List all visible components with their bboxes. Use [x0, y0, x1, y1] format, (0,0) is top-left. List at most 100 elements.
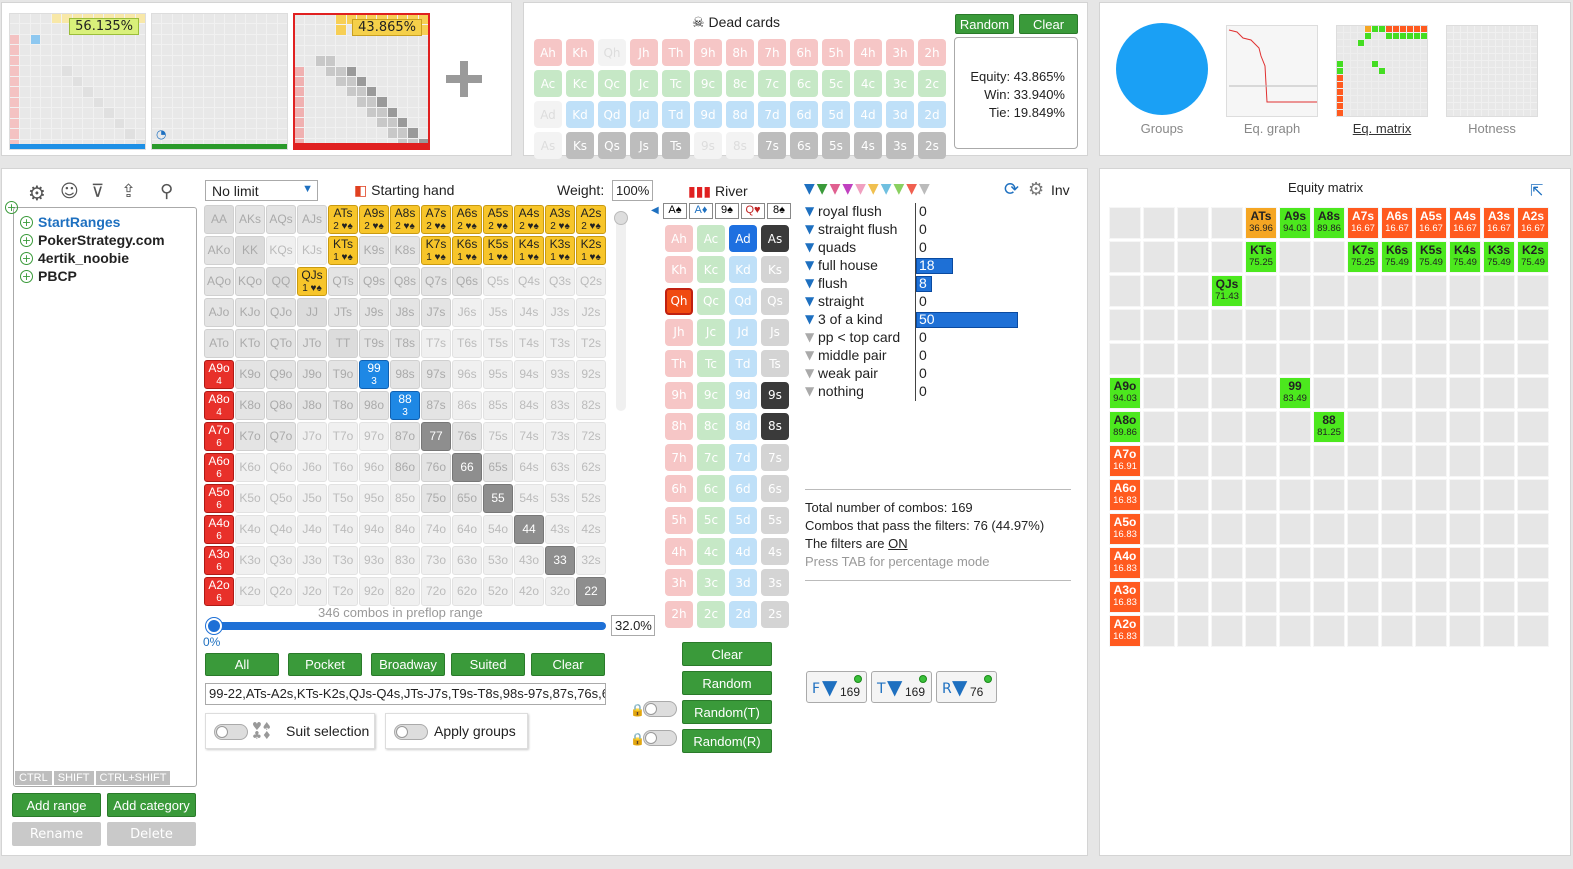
board-deck-card[interactable]: 4h [665, 538, 693, 565]
board-deck-card[interactable]: 7c [697, 444, 725, 472]
range-cell[interactable]: 22 [576, 577, 606, 606]
board-deck-card[interactable]: 3s [761, 569, 789, 597]
range-cell[interactable]: K2o [235, 577, 265, 606]
board-deck-card[interactable]: Js [761, 318, 789, 346]
dead-card[interactable]: 8d [726, 101, 754, 128]
board-deck-card[interactable]: Ts [761, 350, 789, 378]
funnel-icon[interactable]: ▼ [805, 276, 814, 290]
range-cell[interactable]: T3s [545, 329, 575, 358]
board-arrow-icon[interactable]: ◀ [651, 205, 659, 216]
dead-card[interactable]: 8s [726, 132, 754, 159]
expand-icon[interactable]: + [20, 233, 33, 247]
range-cell[interactable]: J5s [483, 298, 513, 327]
range-cell[interactable]: 84o [390, 515, 420, 544]
range-cell[interactable]: 83s [545, 391, 575, 420]
board-deck-card[interactable]: Ah [665, 225, 693, 252]
board-deck-card[interactable]: 8h [665, 412, 693, 440]
range-cell[interactable]: 83o [390, 546, 420, 575]
range-cell[interactable]: 74s [514, 422, 544, 451]
range-percent-box[interactable]: 32.0% [611, 615, 655, 636]
board-deck-card[interactable]: Qd [729, 287, 757, 315]
range-cell[interactable]: A4o 6 [204, 515, 234, 544]
add-range-button[interactable]: Add range [12, 793, 101, 817]
slider-knob[interactable] [206, 618, 222, 634]
modifier-key[interactable]: CTRL [15, 771, 52, 785]
dead-card[interactable]: 5h [822, 39, 850, 66]
range-cell[interactable]: K5o [235, 484, 265, 513]
board-deck-card[interactable]: 9c [697, 381, 725, 409]
range-cell[interactable]: T7s [421, 329, 451, 358]
range-cell[interactable]: K6o [235, 453, 265, 482]
range-cell[interactable]: J3o [297, 546, 327, 575]
range-cell[interactable]: Q8o [266, 391, 296, 420]
range-cell[interactable]: A3s 2 ♥♠ [545, 205, 575, 234]
range-cell[interactable]: 96o [359, 453, 389, 482]
range-cell[interactable]: A9s 2 ♥♠ [359, 205, 389, 234]
filter-icon[interactable]: ⊽ [91, 181, 104, 202]
range-cell[interactable]: J6o [297, 453, 327, 482]
modifier-key[interactable]: SHIFT [53, 771, 94, 785]
range-cell[interactable]: 42o [514, 577, 544, 606]
range-slider[interactable] [206, 618, 606, 634]
dead-card[interactable]: Th [662, 39, 690, 66]
funnel-icon[interactable]: ▼ [868, 181, 879, 197]
suit-selection-toggle[interactable] [214, 724, 248, 740]
dead-card[interactable]: Qs [598, 132, 626, 159]
range-cell[interactable]: KK [235, 236, 265, 265]
tree-item[interactable]: + PBCP [20, 268, 77, 284]
range-cell[interactable]: 98o [359, 391, 389, 420]
range-cell[interactable]: Q9o [266, 360, 296, 389]
range-cell[interactable]: K5s 1 ♥♠ [483, 236, 513, 265]
hotness-view[interactable] [1446, 25, 1538, 117]
board-deck-card[interactable]: 6c [697, 475, 725, 503]
delete-button[interactable]: Delete [107, 822, 196, 846]
search-icon[interactable]: ⚲ [160, 181, 173, 202]
board-deck-card[interactable]: Jd [729, 318, 757, 346]
range-cell[interactable]: Q5o [266, 484, 296, 513]
dead-random-button[interactable]: Random [955, 14, 1014, 34]
range-suited-button[interactable]: Suited [451, 653, 525, 676]
range-cell[interactable]: Q2o [266, 577, 296, 606]
weight-input[interactable]: 100% [612, 180, 653, 201]
dead-card[interactable]: 8h [726, 39, 754, 66]
board-deck-card[interactable]: Qc [697, 287, 725, 315]
range-cell[interactable]: 63s [545, 453, 575, 482]
range-cell[interactable]: 99 3 [359, 360, 389, 389]
range-cell[interactable]: 96s [452, 360, 482, 389]
board-deck-card[interactable]: 5c [697, 506, 725, 534]
board-deck-card[interactable]: Kc [697, 256, 725, 284]
add-player-icon[interactable] [446, 61, 482, 97]
board-deck-card[interactable]: 2d [729, 600, 757, 628]
range-cell[interactable]: K7o [235, 422, 265, 451]
range-cell[interactable]: A6s 2 ♥♠ [452, 205, 482, 234]
dead-card[interactable]: Jc [630, 70, 658, 97]
range-text-input[interactable]: 99-22,ATs-A2s,KTs-K2s,QJs-Q4s,JTs-J7s,T9… [205, 683, 606, 705]
range-cell[interactable]: K3s 1 ♥♠ [545, 236, 575, 265]
dead-card[interactable]: Tc [662, 70, 690, 97]
range-cell[interactable]: K4s 1 ♥♠ [514, 236, 544, 265]
range-cell[interactable]: T2o [328, 577, 358, 606]
range-cell[interactable]: T6s [452, 329, 482, 358]
range-cell[interactable]: J4o [297, 515, 327, 544]
range-broadway-button[interactable]: Broadway [371, 653, 445, 676]
range-cell[interactable]: 74o [421, 515, 451, 544]
dead-card[interactable]: 3d [886, 101, 914, 128]
funnel-icon[interactable]: ▼ [805, 258, 814, 272]
filters-on-link[interactable]: ON [888, 536, 908, 551]
range-cell[interactable]: 87o [390, 422, 420, 451]
dead-card[interactable]: As [534, 132, 562, 159]
board-random-button[interactable]: Random [682, 671, 772, 695]
range-cell[interactable]: J7s [421, 298, 451, 327]
dead-card[interactable]: Ts [662, 132, 690, 159]
board-deck-card[interactable]: Tc [697, 350, 725, 378]
dead-card[interactable]: 7c [758, 70, 786, 97]
range-cell[interactable]: K3o [235, 546, 265, 575]
eq-graph-view[interactable] [1226, 25, 1318, 117]
range-cell[interactable]: 94s [514, 360, 544, 389]
range-cell[interactable]: 62s [576, 453, 606, 482]
eq-matrix-view[interactable] [1336, 25, 1428, 117]
range-cell[interactable]: 54s [514, 484, 544, 513]
range-cell[interactable]: JTs [328, 298, 358, 327]
range-cell[interactable]: J5o [297, 484, 327, 513]
range-cell[interactable]: 92o [359, 577, 389, 606]
